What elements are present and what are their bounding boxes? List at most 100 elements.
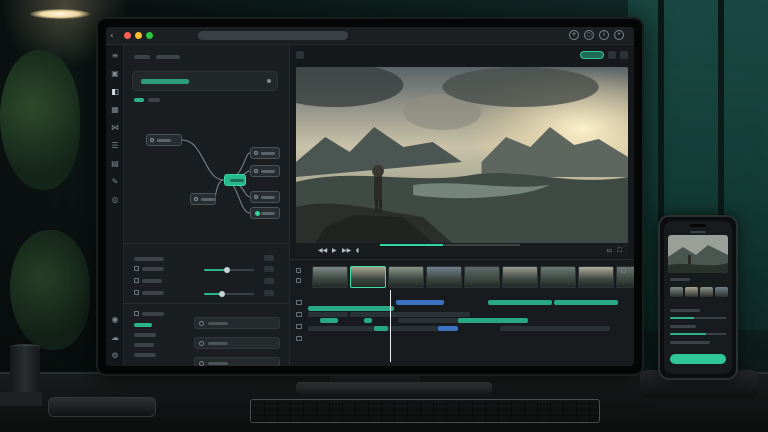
clip[interactable]	[554, 300, 618, 305]
phone-thumbnail[interactable]	[685, 287, 698, 297]
timeline-thumbnail[interactable]	[502, 266, 538, 288]
clip[interactable]	[320, 318, 338, 323]
slider-1-knob[interactable]	[223, 267, 230, 273]
file-icon[interactable]: ▤	[110, 159, 120, 169]
phone-screen	[664, 221, 732, 374]
export-button[interactable]	[580, 51, 604, 59]
grid-icon[interactable]: ▦	[110, 105, 120, 115]
clip[interactable]	[308, 306, 394, 311]
clip[interactable]	[396, 300, 444, 305]
clip[interactable]	[488, 300, 552, 305]
play-icon[interactable]: ▶	[332, 248, 337, 254]
slider-2-value[interactable]	[264, 290, 274, 296]
layer-field[interactable]	[194, 357, 280, 366]
timeline-thumbnail[interactable]	[388, 266, 424, 288]
section-indicator	[134, 98, 144, 102]
viewer-more-icon[interactable]	[620, 51, 628, 59]
notebook	[0, 392, 42, 406]
timeline-thumbnail[interactable]	[312, 266, 348, 288]
node-input[interactable]	[146, 134, 182, 146]
fullscreen-icon[interactable]: ⛶	[618, 248, 622, 254]
node-output-a[interactable]	[250, 147, 280, 159]
phone-label	[670, 278, 690, 281]
back-arrow-icon[interactable]: ‹	[110, 30, 114, 42]
layer-label	[142, 312, 164, 316]
left-panel	[124, 45, 290, 366]
playback-progress[interactable]	[380, 244, 520, 246]
phone-export-button[interactable]	[670, 354, 726, 364]
video-track-icon	[296, 300, 302, 305]
panel-tab[interactable]	[134, 55, 150, 59]
menu-icon[interactable]: ≡	[110, 51, 120, 61]
layer-field[interactable]	[194, 337, 280, 349]
phone-thumbnail[interactable]	[700, 287, 713, 297]
node-process[interactable]	[224, 174, 246, 186]
slider-2-knob[interactable]	[218, 291, 225, 297]
property-label	[142, 291, 164, 295]
layer-label	[134, 333, 156, 337]
clip[interactable]	[458, 318, 528, 323]
minimize-window-button[interactable]	[135, 32, 142, 39]
timeline-settings-icon[interactable]	[621, 268, 626, 273]
slider-1[interactable]	[204, 267, 254, 273]
plus-circle-icon[interactable]: +	[569, 30, 579, 40]
timeline-thumbnail[interactable]	[426, 266, 462, 288]
clip[interactable]	[374, 326, 388, 331]
gear-icon[interactable]: ⚙	[110, 351, 120, 361]
audio-track-icon	[296, 312, 302, 317]
timeline-thumbnail[interactable]	[578, 266, 614, 288]
skip-forward-icon[interactable]: ▶▶	[342, 248, 351, 254]
timeline-tool-icon[interactable]	[296, 278, 301, 283]
close-window-button[interactable]	[124, 32, 131, 39]
user-icon[interactable]: ◉	[110, 315, 120, 325]
property-value[interactable]	[264, 278, 274, 284]
user-icon[interactable]: •	[614, 30, 624, 40]
node-output-b[interactable]	[250, 165, 280, 177]
node-output-d-active-dot	[255, 211, 260, 216]
cloud-icon[interactable]: ☁	[110, 333, 120, 343]
video-frame[interactable]	[296, 67, 628, 243]
brightness-icon	[134, 266, 139, 271]
properties-menu-button[interactable]	[264, 255, 274, 261]
phone-thumbnail[interactable]	[715, 287, 728, 297]
pen-icon[interactable]: ✎	[110, 177, 120, 187]
clip[interactable]	[500, 326, 610, 331]
phone-slider[interactable]	[670, 333, 726, 335]
settings-icon[interactable]: ◎	[110, 195, 120, 205]
sliders-icon[interactable]: ☰	[110, 141, 120, 151]
globe-icon[interactable]: ○	[584, 30, 594, 40]
address-bar[interactable]	[198, 31, 348, 40]
timeline-tool-icon[interactable]	[296, 268, 301, 273]
clip[interactable]	[350, 312, 470, 317]
nodes-icon[interactable]: ⋈	[110, 123, 120, 133]
phone-thumbnail[interactable]	[670, 287, 683, 297]
plant-left-top	[0, 50, 80, 190]
timeline-thumbnail[interactable]	[464, 266, 500, 288]
timeline-thumbnail[interactable]	[350, 266, 386, 288]
zoom-window-button[interactable]	[146, 32, 153, 39]
slider-2[interactable]	[204, 291, 254, 297]
subtitles-icon[interactable]: ▭	[606, 248, 612, 254]
playhead[interactable]	[389, 290, 391, 362]
clip[interactable]	[364, 318, 372, 323]
panel-tab[interactable]	[156, 55, 180, 59]
layers-icon[interactable]: ◧	[110, 87, 120, 97]
clip[interactable]	[438, 326, 458, 331]
phone-video-preview[interactable]	[668, 235, 728, 273]
layer-field[interactable]	[194, 317, 280, 329]
info-icon[interactable]: i	[599, 30, 609, 40]
node-branch[interactable]	[190, 193, 216, 205]
preset-card[interactable]	[132, 71, 278, 91]
phone-slider[interactable]	[670, 317, 726, 319]
node-output-c[interactable]	[250, 191, 280, 203]
camera-icon[interactable]: ▣	[110, 69, 120, 79]
layer-label	[134, 343, 154, 347]
volume-icon[interactable]: ◖	[356, 248, 359, 254]
skip-back-icon[interactable]: ◀◀	[318, 248, 327, 254]
slider-1-value[interactable]	[264, 266, 274, 272]
viewer-tab-icon[interactable]	[296, 51, 304, 59]
viewer-settings-icon[interactable]	[608, 51, 616, 59]
clip[interactable]	[308, 312, 348, 317]
layer-label	[134, 353, 156, 357]
timeline-thumbnail[interactable]	[540, 266, 576, 288]
